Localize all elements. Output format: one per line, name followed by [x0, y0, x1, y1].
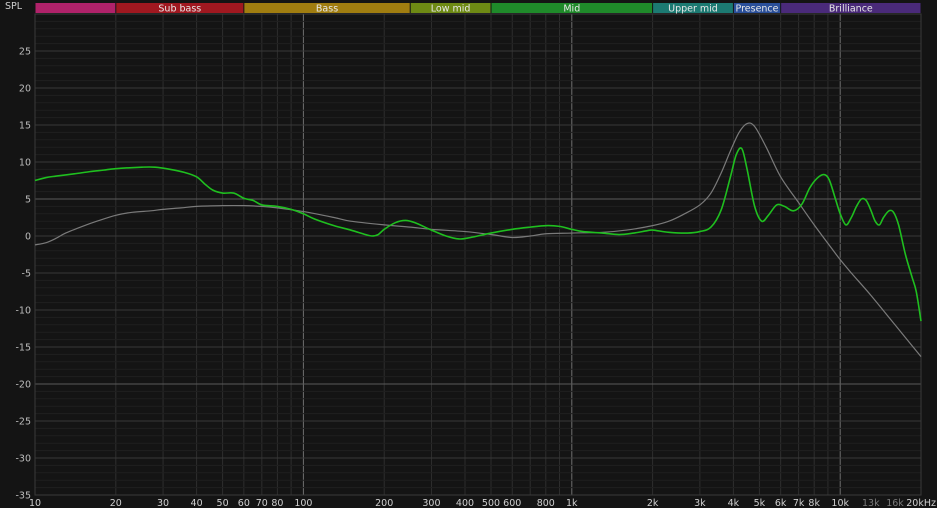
- y-tick-label: -25: [15, 417, 31, 428]
- x-tick-label: 10k: [831, 498, 849, 508]
- x-tick-label: 10: [29, 498, 41, 508]
- chart-background: [0, 0, 937, 508]
- x-tick-label: 80: [271, 498, 283, 508]
- x-tick-label: 200: [375, 498, 393, 508]
- y-tick-label: -10: [15, 306, 31, 317]
- y-tick-label: -30: [15, 454, 31, 465]
- y-tick-label: 20: [19, 84, 31, 95]
- y-tick-label: 10: [19, 158, 31, 169]
- y-tick-label: -15: [15, 343, 31, 354]
- x-tick-label: 16k: [886, 498, 904, 508]
- x-tick-label: 50: [217, 498, 229, 508]
- x-tick-label: 400: [456, 498, 474, 508]
- x-tick-label: 800: [537, 498, 555, 508]
- band-0: [35, 3, 116, 13]
- x-tick-label: 30: [157, 498, 169, 508]
- band-label-6: Presence: [736, 4, 779, 15]
- x-tick-label: 100: [294, 498, 312, 508]
- x-tick-label: 2k: [647, 498, 659, 508]
- x-tick-label: 20: [110, 498, 122, 508]
- x-tick-label: 8k: [808, 498, 820, 508]
- y-tick-label: -20: [15, 380, 31, 391]
- x-tick-label: 4k: [728, 498, 740, 508]
- x-tick-label: 500: [482, 498, 500, 508]
- x-axis-tick-labels: 10 20 30 40 50 60 70 80 100 200 300 400 500 600 800 1k 2…: [29, 498, 936, 508]
- x-tick-label: 1k: [566, 498, 578, 508]
- x-tick-label: 60: [238, 498, 250, 508]
- band-label-5: Upper mid: [668, 4, 718, 15]
- frequency-band-bar: Sub bass Bass Low mid Mid Upper mid Presence B…: [35, 3, 921, 15]
- band-label-3: Low mid: [431, 4, 471, 15]
- y-tick-label: 25: [19, 47, 31, 58]
- band-label-4: Mid: [563, 4, 580, 15]
- y-tick-label: -5: [22, 269, 31, 280]
- x-tick-label: 5k: [754, 498, 766, 508]
- y-axis-label: SPL: [5, 1, 23, 12]
- x-tick-label: 3k: [694, 498, 706, 508]
- frequency-response-chart: Sub bass Bass Low mid Mid Upper mid Presence B…: [0, 0, 937, 508]
- x-tick-label: 300: [422, 498, 440, 508]
- x-tick-label: 6k: [775, 498, 787, 508]
- band-label-2: Bass: [316, 4, 338, 15]
- x-tick-label: 13k: [862, 498, 880, 508]
- band-label-1: Sub bass: [158, 4, 201, 15]
- x-tick-label: 40: [191, 498, 203, 508]
- y-tick-label: 5: [25, 195, 31, 206]
- x-tick-label: 7k: [793, 498, 805, 508]
- band-label-7: Brilliance: [829, 4, 873, 15]
- y-tick-label: 0: [25, 232, 31, 243]
- x-tick-label: 600: [503, 498, 521, 508]
- y-tick-label: 15: [19, 121, 31, 132]
- x-tick-label: 70: [256, 498, 268, 508]
- x-tick-label: 20kHz: [906, 498, 936, 508]
